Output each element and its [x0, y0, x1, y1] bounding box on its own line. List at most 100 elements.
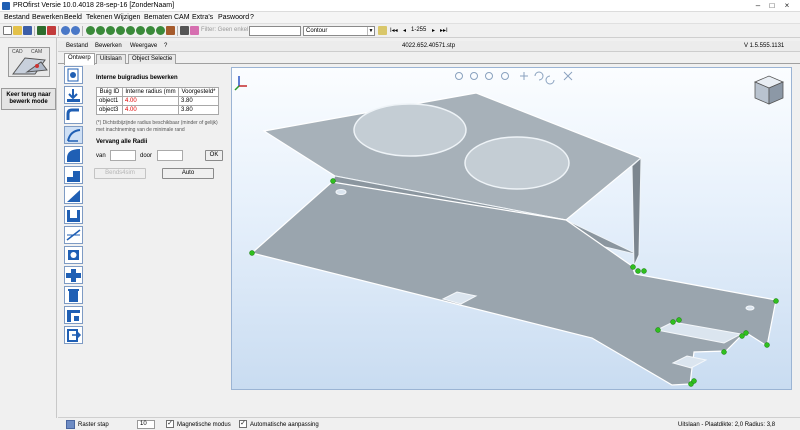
auto-fit-checkbox[interactable]: ✓: [239, 420, 247, 428]
table-row[interactable]: object1 4.00 3.80: [96, 96, 219, 106]
undo-icon[interactable]: [61, 26, 70, 35]
ok-button[interactable]: OK: [205, 150, 223, 161]
contour-combo-value: Contour: [306, 28, 328, 34]
layer-combo[interactable]: [249, 26, 301, 36]
radius-icon: [67, 149, 80, 162]
nav-next-button[interactable]: ▸: [432, 27, 435, 34]
bend-tool-button[interactable]: [64, 106, 83, 124]
step-tool-button[interactable]: [64, 166, 83, 184]
bends4sim-button[interactable]: Bends4sim: [94, 168, 146, 179]
menu-bematen[interactable]: Bematen: [144, 13, 172, 22]
back-to-edit-mode-button[interactable]: Keer terug naar bewerk mode: [1, 88, 56, 110]
submenu-bestand[interactable]: Bestand: [66, 42, 88, 51]
column-header: Buig ID: [96, 87, 123, 97]
print-icon[interactable]: [37, 26, 46, 35]
redo-icon[interactable]: [71, 26, 80, 35]
delete-tool-button[interactable]: [64, 286, 83, 304]
menu-extras[interactable]: Extra's: [192, 13, 213, 22]
auto-button[interactable]: Auto: [162, 168, 214, 179]
app-icon: [2, 2, 10, 10]
gear-tool-button[interactable]: [64, 246, 83, 264]
zoom-all-icon[interactable]: [116, 26, 125, 35]
zoom-window-icon[interactable]: [106, 26, 115, 35]
tab-ontwerp[interactable]: Ontwerp: [64, 53, 95, 65]
pick-icon[interactable]: [180, 26, 189, 35]
menu-help[interactable]: ?: [250, 13, 254, 22]
unfold-tool-button[interactable]: [64, 66, 83, 84]
chevron-down-icon[interactable]: ▼: [367, 27, 374, 35]
version-label: V 1.5.555.1131: [744, 43, 785, 49]
magnetic-mode-checkbox[interactable]: ✓: [166, 420, 174, 428]
menu-bewerken[interactable]: Bewerken: [32, 13, 63, 22]
fit-view-icon[interactable]: [563, 71, 573, 81]
raster-step-input[interactable]: 10: [137, 420, 155, 429]
menu-bestand[interactable]: Bestand: [4, 13, 30, 22]
new-file-icon[interactable]: [3, 26, 12, 35]
submenu-help[interactable]: ?: [164, 42, 167, 51]
submenu-weergave[interactable]: Weergave: [130, 42, 157, 51]
maximize-button[interactable]: □: [766, 1, 778, 11]
profile-tool-button[interactable]: [64, 306, 83, 324]
magnetic-mode-label: Magnetische modus: [177, 422, 231, 428]
view-cube[interactable]: [753, 75, 785, 105]
zoom-in-icon[interactable]: [455, 72, 463, 80]
join-tool-button[interactable]: [64, 266, 83, 284]
grid-icon: [66, 420, 75, 429]
cam-label: CAM: [31, 49, 43, 55]
zoom-window-icon[interactable]: [485, 72, 493, 80]
contour-combo[interactable]: Contour ▼: [303, 26, 375, 36]
zoom-out-icon[interactable]: [96, 26, 105, 35]
flange-down-tool-button[interactable]: [64, 86, 83, 104]
menu-wijzigen[interactable]: Wijzigen: [114, 13, 140, 22]
unfold-icon: [67, 68, 79, 82]
toolbar-separator: [177, 26, 178, 36]
zoom-all-icon[interactable]: [501, 72, 509, 80]
open-folder-icon[interactable]: [13, 26, 22, 35]
pan-icon[interactable]: [520, 72, 528, 80]
bend-id-cell: object3: [96, 105, 123, 115]
layer-icon[interactable]: [378, 26, 387, 35]
nav-first-button[interactable]: I◂◂: [390, 27, 398, 34]
3d-viewport[interactable]: [231, 67, 792, 390]
rotate-back-icon[interactable]: [545, 75, 555, 85]
zoom-selection-icon[interactable]: [146, 26, 155, 35]
filter-icon[interactable]: [190, 26, 199, 35]
axis-indicator: [234, 76, 247, 91]
zoom-extents-icon[interactable]: [136, 26, 145, 35]
table-row[interactable]: object3 4.00 3.80: [96, 105, 219, 115]
pocket-tool-button[interactable]: [64, 206, 83, 224]
close-button[interactable]: ×: [781, 1, 793, 11]
nav-last-button[interactable]: ▸▸I: [440, 27, 448, 34]
pocket-icon: [67, 210, 80, 222]
submenu-bewerken[interactable]: Bewerken: [95, 42, 122, 51]
profile-icon: [67, 310, 80, 322]
minimize-button[interactable]: –: [752, 1, 764, 11]
zoom-page-icon[interactable]: [156, 26, 165, 35]
save-icon[interactable]: [23, 26, 32, 35]
zoom-previous-icon[interactable]: [126, 26, 135, 35]
menu-beeld[interactable]: Beeld: [64, 13, 82, 22]
cut-icon[interactable]: [47, 26, 56, 35]
radius-tool-button[interactable]: [64, 146, 83, 164]
tab-object-selectie[interactable]: Object Selectie: [128, 54, 177, 64]
menu-tekenen[interactable]: Tekenen: [86, 13, 112, 22]
nav-prev-button[interactable]: ◂: [403, 27, 406, 34]
zoom-out-icon[interactable]: [470, 72, 478, 80]
corner-tool-button[interactable]: [64, 186, 83, 204]
menu-cam[interactable]: CAM: [174, 13, 190, 22]
zoom-in-icon[interactable]: [86, 26, 95, 35]
line-tool-button[interactable]: [64, 226, 83, 244]
sheet-info: Uitslaan - Plaatdikte: 2,0 Radius: 3,8: [678, 422, 776, 428]
pan-icon[interactable]: [166, 26, 175, 35]
rotate-icon[interactable]: [534, 71, 544, 81]
radius-cell[interactable]: 4.00: [122, 96, 179, 106]
menu-paswoord[interactable]: Paswoord: [218, 13, 249, 22]
radius-cell[interactable]: 4.00: [122, 105, 179, 115]
from-radius-input[interactable]: [110, 150, 136, 161]
radius-select-tool-button[interactable]: [64, 126, 83, 144]
radius-table: Buig ID Interne radius (mm Voorgesteld* …: [96, 87, 219, 115]
export-tool-button[interactable]: [64, 326, 83, 344]
tab-uitslaan[interactable]: Uitslaan: [96, 54, 126, 64]
cad-cam-switch[interactable]: CAD CAM: [8, 47, 50, 77]
to-radius-input[interactable]: [157, 150, 183, 161]
